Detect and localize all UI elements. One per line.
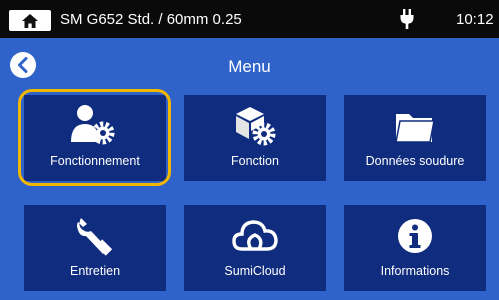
- tile-entretien[interactable]: Entretien: [24, 205, 166, 291]
- plug-icon: [400, 9, 414, 29]
- home-button[interactable]: [9, 10, 51, 31]
- clock: 10:12: [456, 11, 494, 28]
- folder-icon: [395, 114, 435, 143]
- tile-donnees-soudure[interactable]: Données soudure: [344, 95, 486, 181]
- tile-fonction[interactable]: Fonction: [184, 95, 326, 181]
- tile-label: Informations: [380, 264, 450, 278]
- tile-label: Données soudure: [365, 154, 465, 168]
- cloud-icon: [232, 220, 278, 251]
- splice-program-title: SM G652 Std. / 60mm 0.25: [60, 11, 242, 28]
- tile-sumicloud[interactable]: SumiCloud: [184, 205, 326, 291]
- back-button[interactable]: [10, 52, 36, 78]
- info-icon: [398, 219, 432, 253]
- tile-label: SumiCloud: [224, 264, 286, 278]
- title-bar: Menu: [0, 38, 499, 88]
- page-title: Menu: [228, 57, 271, 76]
- tile-informations[interactable]: Informations: [344, 205, 486, 291]
- tile-label: Fonction: [231, 154, 279, 168]
- tile-label: Entretien: [69, 264, 121, 278]
- chevron-left-icon: [18, 57, 28, 73]
- selection-highlight: [18, 89, 171, 186]
- home-icon: [22, 13, 38, 28]
- wrench-icon: [77, 218, 113, 256]
- menu-screen: SM G652 Std. / 60mm 0.25 10:12 Menu Fonc…: [0, 0, 499, 300]
- box-gear-icon: [236, 107, 276, 146]
- status-bar: SM G652 Std. / 60mm 0.25 10:12: [0, 0, 499, 38]
